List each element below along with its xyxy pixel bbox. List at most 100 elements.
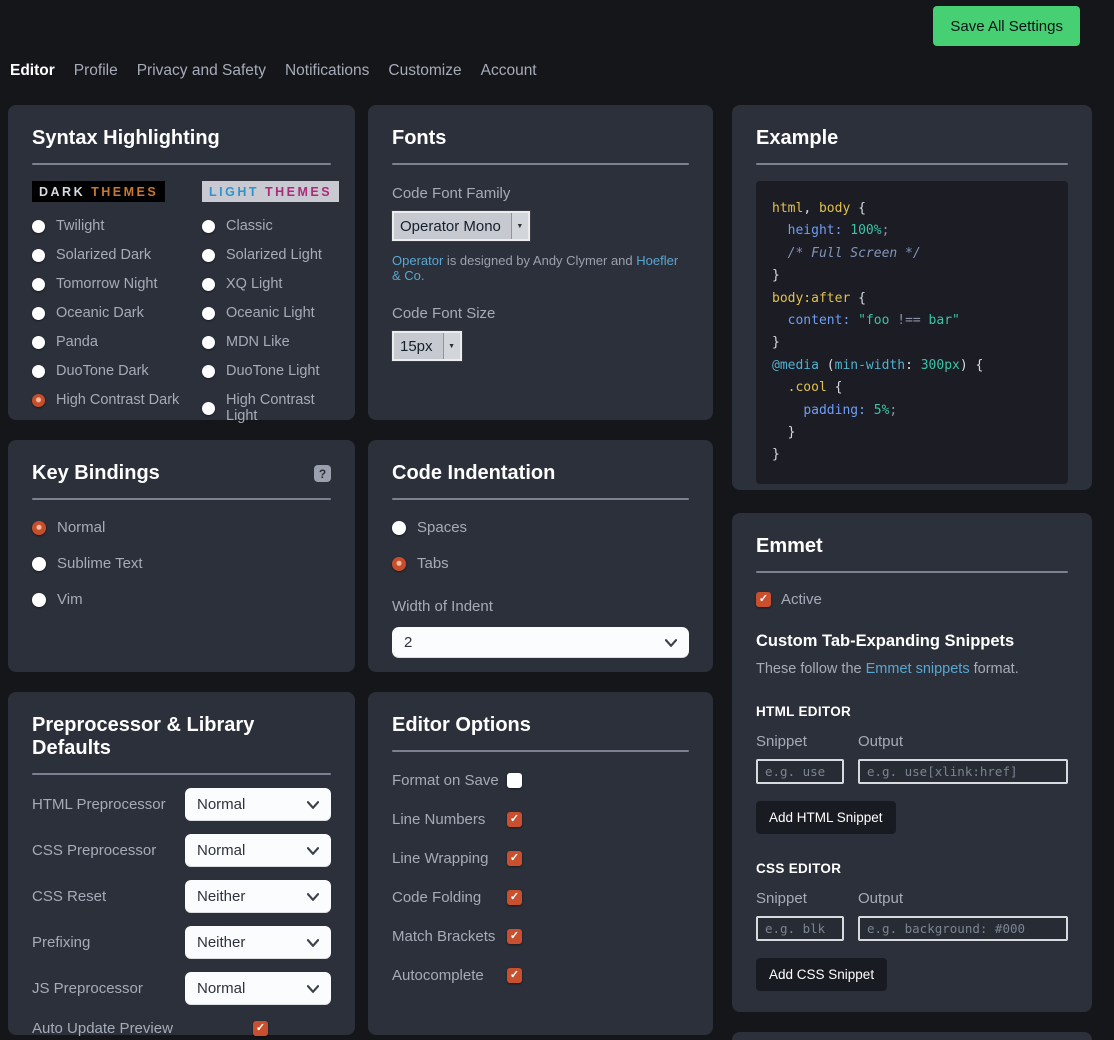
html-editor-snippet-input[interactable] <box>756 759 844 784</box>
syntax-highlighting-panel: Syntax Highlighting DARK THEMES Twilight… <box>8 105 355 420</box>
dark-theme-option-oceanic-dark[interactable]: Oceanic Dark <box>32 305 196 321</box>
tab-privacy-and-safety[interactable]: Privacy and Safety <box>137 62 266 80</box>
option-label: Classic <box>226 218 273 234</box>
help-icon[interactable]: ? <box>314 465 331 482</box>
emmet-snippets-link[interactable]: Emmet snippets <box>866 661 970 677</box>
light-theme-option-high-contrast-light[interactable]: High Contrast Light <box>202 392 339 424</box>
dark-theme-option-solarized-dark[interactable]: Solarized Dark <box>32 247 196 263</box>
code-line: padding: 5%; <box>772 400 1052 422</box>
dark-theme-option-duotone-dark[interactable]: DuoTone Dark <box>32 363 196 379</box>
code-line: html, body { <box>772 198 1052 220</box>
js-preprocessor-select[interactable]: Normal <box>185 972 331 1005</box>
dark-theme-radio-tomorrow-night[interactable] <box>32 278 45 291</box>
key-binding-radio-sublime-text[interactable] <box>32 557 46 571</box>
light-theme-option-xq-light[interactable]: XQ Light <box>202 276 339 292</box>
html-editor-output-input[interactable] <box>858 759 1068 784</box>
tab-account[interactable]: Account <box>481 62 537 80</box>
example-panel: Example html, body { height: 100%; /* Fu… <box>732 105 1092 490</box>
key-binding-option-sublime-text[interactable]: Sublime Text <box>32 555 331 572</box>
option-label: Match Brackets <box>392 928 507 945</box>
line-numbers-checkbox[interactable] <box>507 812 522 827</box>
add-html-snippet-button[interactable]: Add HTML Snippet <box>756 801 896 834</box>
dark-theme-option-tomorrow-night[interactable]: Tomorrow Night <box>32 276 196 292</box>
format-on-save-checkbox[interactable] <box>507 773 522 788</box>
option-label: XQ Light <box>226 276 282 292</box>
select-value: Normal <box>197 796 245 813</box>
code-font-size-select[interactable]: 15px <box>392 331 462 361</box>
code-line: @media (min-width: 300px) { <box>772 355 1052 377</box>
css-editor-output-input[interactable] <box>858 916 1068 941</box>
snippet-inputs-row <box>756 759 1068 784</box>
tab-notifications[interactable]: Notifications <box>285 62 369 80</box>
option-label: Normal <box>57 519 105 536</box>
line-wrapping-checkbox[interactable] <box>507 851 522 866</box>
custom-snippets-heading: Custom Tab-Expanding Snippets <box>756 632 1068 651</box>
light-theme-option-oceanic-light[interactable]: Oceanic Light <box>202 305 339 321</box>
option-label: Line Numbers <box>392 811 507 828</box>
autocomplete-checkbox[interactable] <box>507 968 522 983</box>
code-line: .cool { <box>772 377 1052 399</box>
light-theme-option-solarized-light[interactable]: Solarized Light <box>202 247 339 263</box>
light-theme-option-classic[interactable]: Classic <box>202 218 339 234</box>
key-binding-radio-vim[interactable] <box>32 593 46 607</box>
emmet-active-checkbox[interactable] <box>756 592 771 607</box>
light-theme-radio-mdn-like[interactable] <box>202 336 215 349</box>
add-css-snippet-button[interactable]: Add CSS Snippet <box>756 958 887 991</box>
operator-link[interactable]: Operator <box>392 253 443 268</box>
indentation-option-tabs[interactable]: Tabs <box>392 555 689 572</box>
preprocessor-rows: HTML PreprocessorNormalCSS PreprocessorN… <box>32 788 331 1005</box>
prefixing-select[interactable]: Neither <box>185 926 331 959</box>
css-reset-select[interactable]: Neither <box>185 880 331 913</box>
light-theme-radio-duotone-light[interactable] <box>202 365 215 378</box>
width-of-indent-value: 2 <box>404 634 412 651</box>
dark-theme-radio-high-contrast-dark[interactable] <box>32 394 45 407</box>
js-preprocessor-label: JS Preprocessor <box>32 980 143 997</box>
panel-title: Editor Options <box>392 714 689 737</box>
tab-profile[interactable]: Profile <box>74 62 118 80</box>
light-theme-radio-oceanic-light[interactable] <box>202 307 215 320</box>
indentation-radio-tabs[interactable] <box>392 557 406 571</box>
key-binding-radio-normal[interactable] <box>32 521 46 535</box>
indentation-radio-spaces[interactable] <box>392 521 406 535</box>
key-binding-option-vim[interactable]: Vim <box>32 591 331 608</box>
dark-theme-radio-solarized-dark[interactable] <box>32 249 45 262</box>
dark-theme-radio-panda[interactable] <box>32 336 45 349</box>
match-brackets-checkbox[interactable] <box>507 929 522 944</box>
light-theme-option-mdn-like[interactable]: MDN Like <box>202 334 339 350</box>
save-all-settings-button[interactable]: Save All Settings <box>933 6 1080 46</box>
css-preprocessor-select[interactable]: Normal <box>185 834 331 867</box>
light-theme-radio-solarized-light[interactable] <box>202 249 215 262</box>
snippet-output-labels: SnippetOutput <box>756 890 1068 907</box>
code-font-family-select[interactable]: Operator Mono <box>392 211 530 241</box>
dark-theme-option-high-contrast-dark[interactable]: High Contrast Dark <box>32 392 196 408</box>
light-theme-radio-classic[interactable] <box>202 220 215 233</box>
option-label: Solarized Light <box>226 247 322 263</box>
emmet-panel: Emmet Active Custom Tab-Expanding Snippe… <box>732 513 1092 1012</box>
option-label: High Contrast Light <box>226 392 339 424</box>
light-theme-radio-xq-light[interactable] <box>202 278 215 291</box>
dark-theme-radio-oceanic-dark[interactable] <box>32 307 45 320</box>
code-folding-checkbox[interactable] <box>507 890 522 905</box>
editor-option-line-wrapping: Line Wrapping <box>392 850 689 867</box>
light-theme-option-duotone-light[interactable]: DuoTone Light <box>202 363 339 379</box>
code-line: } <box>772 265 1052 287</box>
css-editor-heading: CSS EDITOR <box>756 861 1068 876</box>
dark-theme-option-twilight[interactable]: Twilight <box>32 218 196 234</box>
divider <box>32 773 331 775</box>
light-theme-radio-high-contrast-light[interactable] <box>202 402 215 415</box>
tab-editor[interactable]: Editor <box>10 62 55 80</box>
emmet-active-row: Active <box>756 591 1068 608</box>
key-binding-option-normal[interactable]: Normal <box>32 519 331 536</box>
divider <box>32 498 331 500</box>
tab-customize[interactable]: Customize <box>388 62 461 80</box>
dark-theme-option-panda[interactable]: Panda <box>32 334 196 350</box>
css-reset-label: CSS Reset <box>32 888 106 905</box>
dark-theme-radio-duotone-dark[interactable] <box>32 365 45 378</box>
editor-options-panel: Editor Options Format on SaveLine Number… <box>368 692 713 1035</box>
indentation-option-spaces[interactable]: Spaces <box>392 519 689 536</box>
auto-update-preview-checkbox[interactable] <box>253 1021 268 1036</box>
css-editor-snippet-input[interactable] <box>756 916 844 941</box>
width-of-indent-select[interactable]: 2 <box>392 627 689 658</box>
html-preprocessor-select[interactable]: Normal <box>185 788 331 821</box>
dark-theme-radio-twilight[interactable] <box>32 220 45 233</box>
